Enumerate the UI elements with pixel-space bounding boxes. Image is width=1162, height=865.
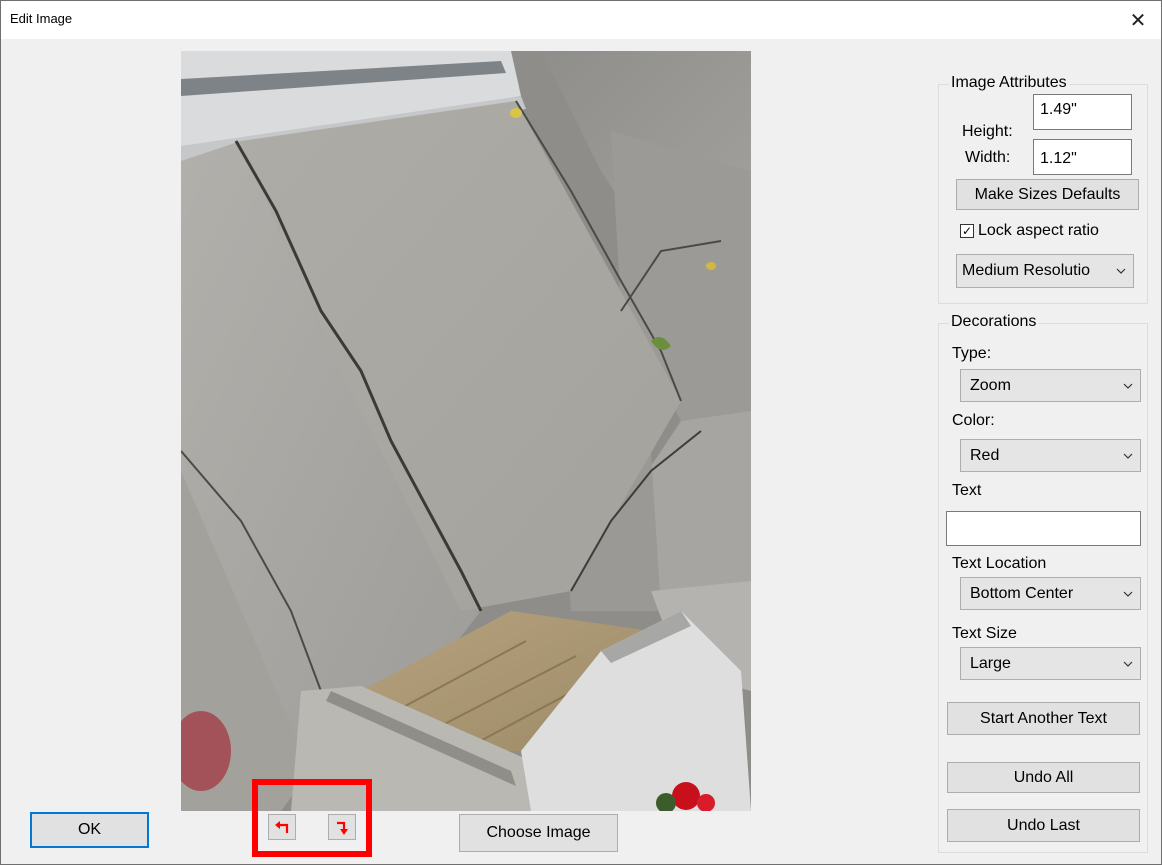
text-location-label: Text Location [952,555,1047,572]
choose-image-button[interactable]: Choose Image [459,814,618,852]
chevron-down-icon [1116,268,1126,274]
decorations-legend: Decorations [949,313,1039,331]
start-another-text-button[interactable]: Start Another Text [947,702,1140,735]
color-label: Color: [952,412,995,429]
make-sizes-defaults-button[interactable]: Make Sizes Defaults [956,179,1139,210]
text-label: Text [952,482,982,499]
rotate-left-button[interactable] [268,814,296,840]
decoration-text-field[interactable] [946,511,1141,546]
text-location-selected: Bottom Center [970,584,1074,602]
close-button[interactable]: ✕ [1115,1,1161,39]
chevron-down-icon [1123,453,1133,459]
window-title: Edit Image [10,11,73,26]
type-selected: Zoom [970,376,1011,394]
chevron-down-icon [1123,383,1133,389]
resolution-select[interactable]: Medium Resolutio [956,254,1134,288]
undo-all-button[interactable]: Undo All [947,762,1140,793]
close-icon: ✕ [1129,9,1147,32]
checkbox-check-icon: ✓ [960,224,974,238]
edit-image-dialog: Edit Image ✕ Image Attributes Height: 1.… [0,0,1162,865]
rotate-right-icon [337,821,348,835]
lock-aspect-ratio-checkbox[interactable]: ✓ Lock aspect ratio [960,222,1099,240]
width-label: Width: [965,149,1011,166]
image-attributes-legend: Image Attributes [949,74,1069,92]
image-preview [181,51,751,811]
color-select[interactable]: Red [960,439,1141,472]
chevron-down-icon [1123,661,1133,667]
rotate-left-icon [275,821,289,833]
title-bar: Edit Image ✕ [1,1,1161,39]
color-selected: Red [970,446,1000,464]
chevron-down-icon [1123,591,1133,597]
rotate-right-button[interactable] [328,814,356,840]
text-size-select[interactable]: Large [960,647,1141,680]
height-label: Height: [962,123,1013,140]
photo-graphic [181,51,751,811]
width-field[interactable]: 1.12" [1033,139,1132,175]
ok-button[interactable]: OK [30,812,149,848]
type-label: Type: [952,345,992,362]
lock-aspect-ratio-label: Lock aspect ratio [978,222,1099,239]
type-select[interactable]: Zoom [960,369,1141,402]
undo-last-button[interactable]: Undo Last [947,809,1140,842]
resolution-selected: Medium Resolutio [962,262,1091,279]
text-location-select[interactable]: Bottom Center [960,577,1141,610]
text-size-selected: Large [970,654,1011,672]
text-size-label: Text Size [952,625,1017,642]
height-field[interactable]: 1.49" [1033,94,1132,130]
